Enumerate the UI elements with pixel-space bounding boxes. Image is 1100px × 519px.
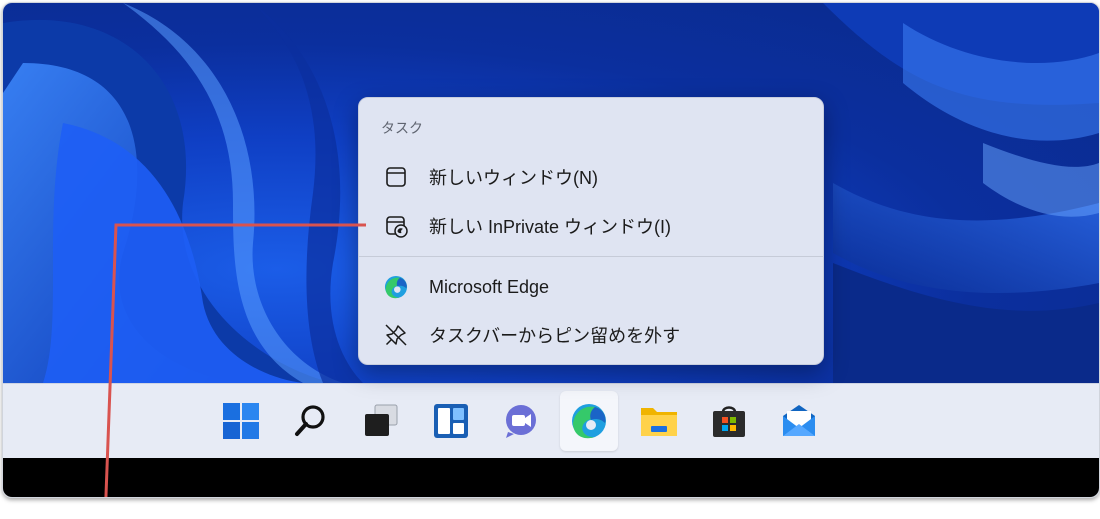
microsoft-store-icon (713, 406, 745, 437)
task-view-button[interactable] (352, 391, 410, 451)
edge-icon (384, 275, 408, 299)
menu-separator (359, 256, 823, 257)
bottom-black-bar (3, 458, 1099, 497)
widgets-button[interactable] (422, 391, 480, 451)
file-explorer-button[interactable] (630, 391, 688, 451)
start-icon (223, 403, 259, 439)
jump-list-header: タスク (381, 121, 423, 137)
file-explorer-icon (641, 408, 677, 436)
taskbar (3, 383, 1099, 458)
chat-button[interactable] (492, 391, 550, 451)
menu-item-label: タスクバーからピン留めを外す (429, 326, 681, 346)
task-view-icon (365, 404, 398, 436)
teams-chat-icon (506, 405, 536, 438)
mail-button[interactable] (770, 391, 828, 451)
search-icon (295, 405, 325, 436)
unpin-icon (385, 324, 407, 346)
edge-taskbar-button[interactable] (560, 391, 618, 451)
window-icon (386, 167, 406, 187)
edge-jump-list-menu: タスク 新しいウィンドウ(N) 新しい InPrivate ウィンドウ(I) M… (358, 97, 824, 365)
screenshot-frame: タスク 新しいウィンドウ(N) 新しい InPrivate ウィンドウ(I) M… (2, 2, 1100, 498)
menu-item-new-inprivate-window[interactable]: 新しい InPrivate ウィンドウ(I) (363, 203, 819, 249)
menu-item-new-window[interactable]: 新しいウィンドウ(N) (363, 154, 819, 200)
menu-item-unpin-from-taskbar[interactable]: タスクバーからピン留めを外す (363, 312, 819, 358)
search-button[interactable] (282, 391, 340, 451)
menu-item-microsoft-edge[interactable]: Microsoft Edge (363, 264, 819, 310)
menu-item-label: 新しい InPrivate ウィンドウ(I) (429, 217, 672, 237)
mail-icon (783, 405, 815, 436)
inprivate-window-icon (386, 216, 408, 238)
start-button[interactable] (212, 391, 270, 451)
store-button[interactable] (700, 391, 758, 451)
widgets-icon (434, 404, 468, 438)
menu-item-label: 新しいウィンドウ(N) (429, 168, 598, 188)
menu-item-label: Microsoft Edge (429, 276, 550, 297)
edge-icon (572, 404, 606, 439)
